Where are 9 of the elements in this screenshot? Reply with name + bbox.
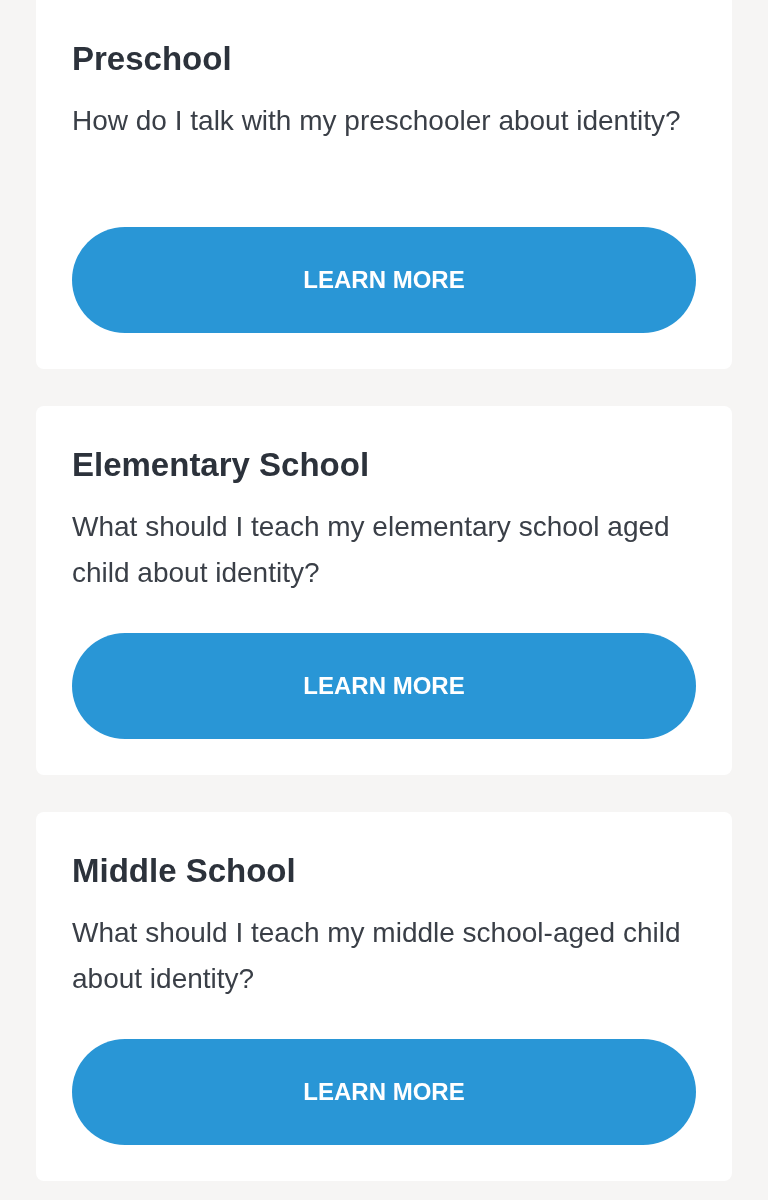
learn-more-button[interactable]: LEARN MORE bbox=[72, 633, 696, 739]
card-question: What should I teach my middle school-aged child about identity? bbox=[72, 916, 682, 996]
learn-more-button[interactable]: LEARN MORE bbox=[72, 1039, 696, 1145]
card-title: Middle School bbox=[72, 851, 297, 891]
card-question: How do I talk with my preschooler about identity? bbox=[72, 104, 682, 138]
card-title: Elementary School bbox=[72, 445, 371, 485]
card-title: Preschool bbox=[72, 39, 233, 79]
learn-more-button[interactable]: LEARN MORE bbox=[72, 227, 696, 333]
card-question: What should I teach my elementary school aged child about identity? bbox=[72, 510, 671, 590]
